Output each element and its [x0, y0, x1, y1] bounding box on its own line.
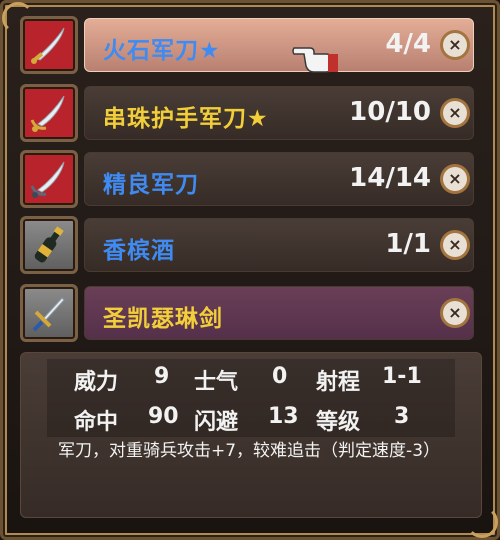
stat-value: 90	[148, 404, 179, 429]
bottle-icon	[34, 226, 64, 263]
item-bar[interactable]: 精良军刀 14/14 ×	[84, 152, 474, 206]
discard-icon[interactable]: ×	[443, 301, 467, 325]
sword-icon	[30, 95, 65, 132]
stat-value: 3	[394, 404, 410, 429]
item-name: 串珠护手军刀★	[103, 106, 269, 132]
discard-icon[interactable]: ×	[443, 167, 467, 191]
stat-label: 威力	[74, 370, 119, 395]
item-icon-frame	[20, 84, 78, 142]
item-icon-frame	[20, 284, 78, 342]
item-name: 圣凯瑟琳剑	[103, 306, 223, 332]
stat-label: 闪避	[194, 410, 239, 435]
stat-label: 士气	[194, 370, 239, 395]
discard-icon[interactable]: ×	[443, 233, 467, 257]
sword-icon	[32, 297, 65, 332]
sword-icon	[31, 27, 65, 64]
item-name: 香槟酒	[103, 238, 175, 264]
item-uses: 1/1	[385, 229, 431, 259]
pointing-hand-icon	[292, 47, 338, 73]
stat-label: 等级	[316, 410, 361, 435]
stat-value: 1-1	[382, 364, 422, 389]
item-uses: 10/10	[349, 97, 431, 127]
item-bar[interactable]: 香槟酒 1/1 ×	[84, 218, 474, 272]
item-bar[interactable]: 串珠护手军刀★ 10/10 ×	[84, 86, 474, 140]
item-row-5[interactable]: 圣凯瑟琳剑 ×	[20, 284, 476, 342]
item-bar[interactable]: 火石军刀★ 4/4 ×	[84, 18, 474, 72]
stat-value: 0	[272, 364, 288, 389]
item-row-2[interactable]: 串珠护手军刀★ 10/10 ×	[20, 84, 476, 142]
item-icon-frame	[20, 16, 78, 74]
discard-icon[interactable]: ×	[443, 33, 467, 57]
item-icon-frame	[20, 150, 78, 208]
item-row-4[interactable]: 香槟酒 1/1 ×	[20, 216, 476, 274]
item-uses: 14/14	[349, 163, 431, 193]
discard-icon[interactable]: ×	[443, 101, 467, 125]
stat-value: 13	[268, 404, 299, 429]
stat-label: 命中	[74, 410, 119, 435]
item-icon-frame	[20, 216, 78, 274]
weapon-description: 军刀，对重骑兵攻击+7，较难追击（判定速度-3）	[58, 441, 441, 461]
item-name: 火石军刀★	[103, 38, 221, 64]
stat-value: 9	[154, 364, 170, 389]
sword-icon	[30, 161, 65, 198]
item-bar[interactable]: 圣凯瑟琳剑 ×	[84, 286, 474, 340]
item-row-3[interactable]: 精良军刀 14/14 ×	[20, 150, 476, 208]
item-name: 精良军刀	[103, 172, 199, 198]
stat-label: 射程	[316, 370, 361, 395]
item-uses: 4/4	[385, 29, 431, 59]
item-row-1[interactable]: 火石军刀★ 4/4 ×	[20, 16, 476, 74]
